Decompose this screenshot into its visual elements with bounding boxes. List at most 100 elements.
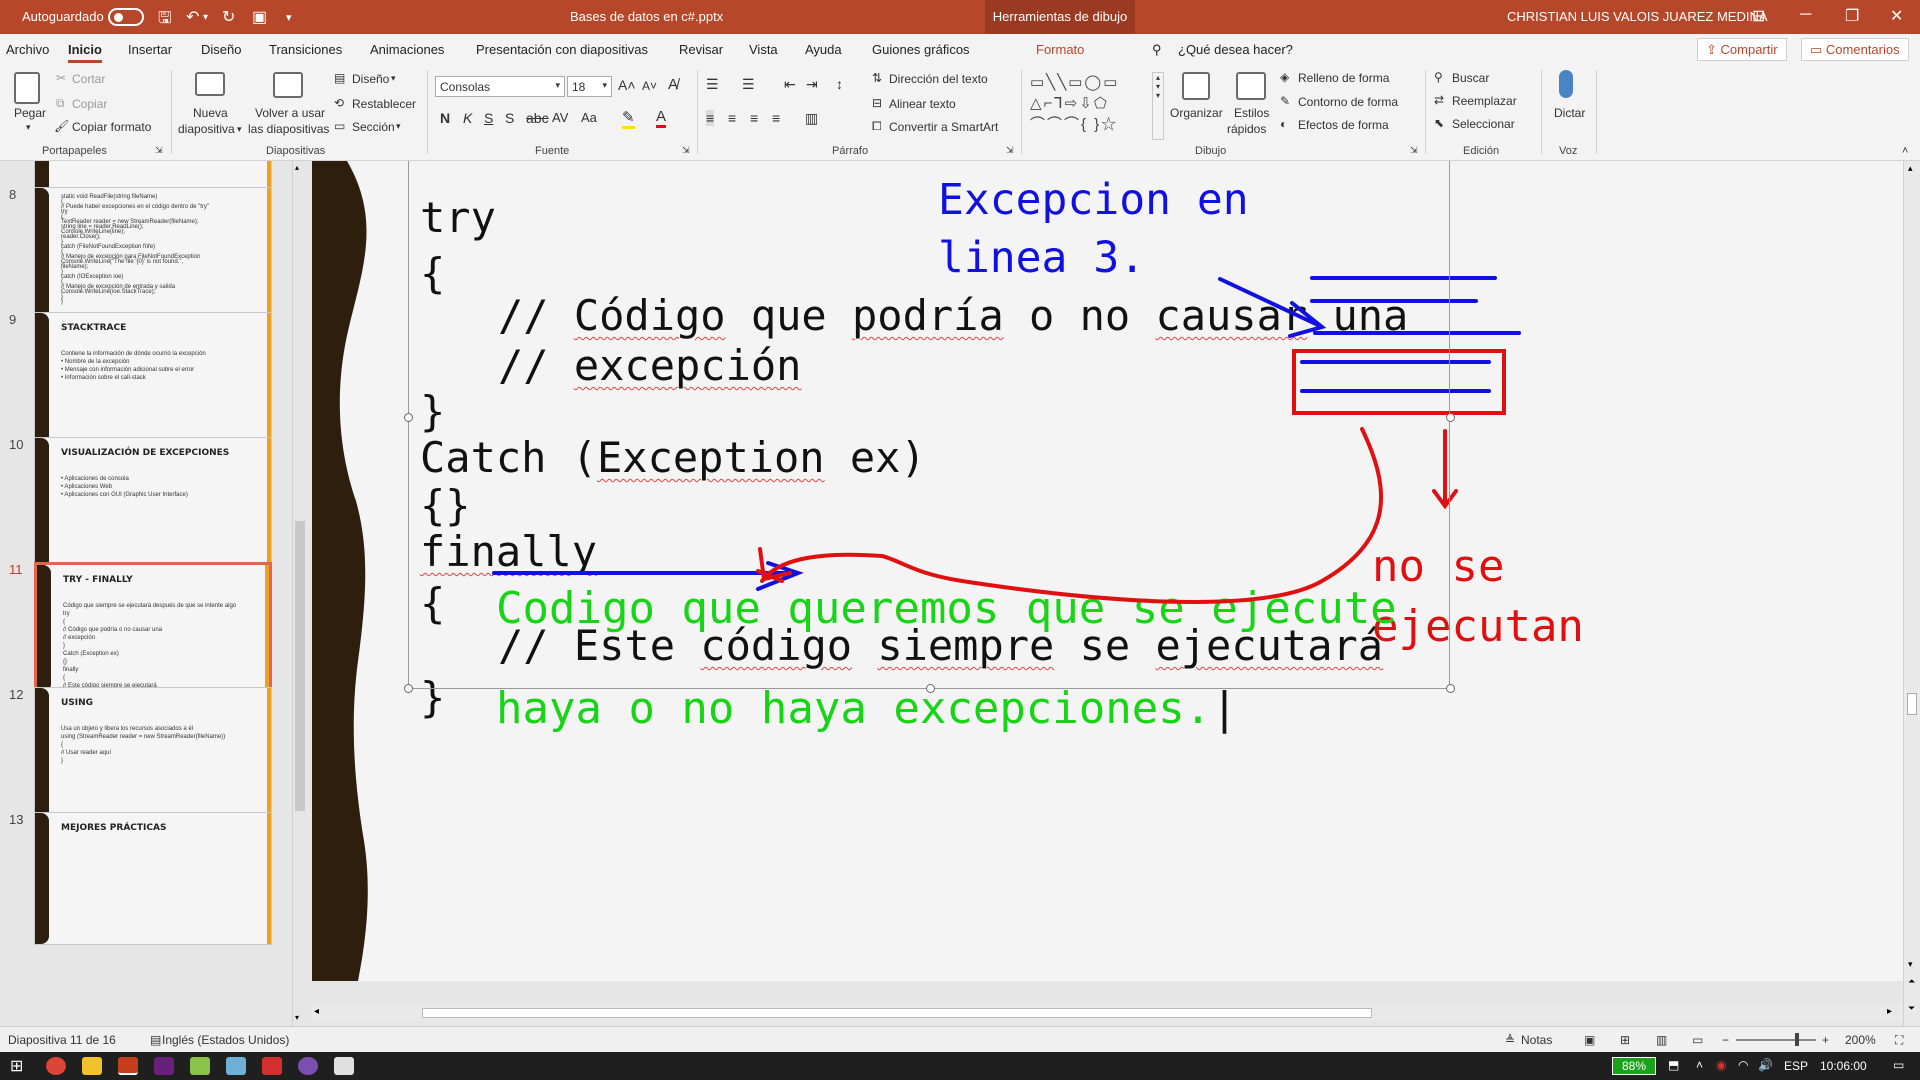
slideshow-icon[interactable]: ▭ (1692, 1033, 1703, 1047)
tab-inicio[interactable]: Inicio (68, 42, 102, 63)
reuse-slides-icon[interactable] (273, 72, 303, 98)
align-left-icon[interactable]: ≡ (706, 110, 715, 126)
numbering-icon[interactable]: ☰ (742, 76, 755, 93)
resize-handle[interactable] (926, 684, 935, 693)
reading-view-icon[interactable]: ▥ (1656, 1033, 1667, 1047)
shape-outline-button[interactable]: Contorno de forma (1298, 95, 1398, 109)
app-icon[interactable] (190, 1057, 210, 1075)
slide-thumbnail[interactable]: USING Usa un objeto y libera los recursos… (34, 687, 272, 820)
font-color-icon[interactable]: A (656, 108, 667, 128)
zoom-slider-handle[interactable] (1795, 1033, 1799, 1046)
justify-icon[interactable]: ≡ (772, 110, 780, 126)
grow-font-icon[interactable]: A˄ (618, 77, 636, 93)
scroll-up-icon[interactable]: ▴ (295, 163, 299, 172)
app-tray-icon[interactable]: ◉ (1716, 1058, 1726, 1072)
slide-thumbnail[interactable]: STACKTRACE Contiene la información de dón… (34, 312, 272, 445)
tab-diseno[interactable]: Diseño (201, 42, 241, 57)
fit-slide-icon[interactable]: ⛶ (1895, 1033, 1903, 1048)
section-button[interactable]: Sección (352, 120, 395, 134)
restore-icon[interactable]: ❐ (1845, 6, 1859, 26)
scroll-down-icon[interactable]: ▾ (1908, 959, 1913, 970)
copy-button[interactable]: Copiar (72, 97, 107, 111)
tab-transiciones[interactable]: Transiciones (269, 42, 342, 57)
resize-handle[interactable] (404, 413, 413, 422)
columns-icon[interactable]: ▥ (805, 110, 818, 127)
slide-horizontal-scrollbar[interactable]: ◂ ▸ (312, 1005, 1903, 1021)
font-name-select[interactable]: Consolas ▾ (435, 76, 565, 97)
shape-effects-button[interactable]: Efectos de forma (1298, 118, 1389, 132)
zoom-out-icon[interactable]: − (1722, 1033, 1729, 1047)
italic-icon[interactable]: K (463, 110, 472, 126)
mail-icon[interactable] (334, 1057, 354, 1075)
clipboard-launcher-icon[interactable]: ⇲ (155, 145, 163, 156)
chrome-icon[interactable] (46, 1057, 66, 1075)
new-slide-dropdown-icon[interactable]: ▾ (237, 124, 242, 135)
shadow-icon[interactable]: S (505, 110, 514, 126)
new-slide-button[interactable]: Nueva (193, 106, 228, 120)
customize-toolbar-icon[interactable]: ▾ (286, 11, 292, 24)
scrollbar-thumb[interactable] (1907, 693, 1917, 715)
paste-icon[interactable] (14, 72, 40, 104)
char-spacing-icon[interactable]: AV (552, 110, 568, 125)
tell-me-search[interactable]: ¿Qué desea hacer? (1178, 42, 1293, 57)
present-icon[interactable]: ▣ (252, 7, 267, 27)
layout-button[interactable]: Diseño (352, 72, 389, 86)
slide-thumbnail[interactable]: VISUALIZACIÓN DE EXCEPCIONES • Aplicacion… (34, 437, 272, 570)
current-slide[interactable]: try { // Código que podría o no causar u… (312, 161, 1903, 981)
normal-view-icon[interactable]: ▣ (1584, 1033, 1595, 1047)
autosave-toggle[interactable] (108, 8, 144, 26)
format-painter-button[interactable]: Copiar formato (72, 120, 151, 134)
selection-frame[interactable] (408, 161, 1450, 689)
arrange-icon[interactable] (1182, 72, 1210, 100)
thumbnails-scrollbar[interactable]: ▴ ▾ (292, 161, 306, 1026)
decrease-indent-icon[interactable]: ⇤ (784, 76, 796, 93)
align-center-icon[interactable]: ≡ (728, 110, 736, 126)
ribbon-display-icon[interactable]: ⊟ (1752, 6, 1765, 26)
zoom-level[interactable]: 200% (1845, 1033, 1876, 1047)
line-spacing-icon[interactable]: ↕ (836, 76, 843, 92)
notifications-icon[interactable]: ▭ (1893, 1058, 1904, 1072)
clear-format-icon[interactable]: A̸ (668, 76, 678, 93)
shapes-scroll[interactable]: ▴ ▾ ▾ (1152, 72, 1164, 140)
tab-revisar[interactable]: Revisar (679, 42, 723, 57)
close-icon[interactable]: ✕ (1890, 6, 1903, 26)
select-button[interactable]: Seleccionar (1452, 117, 1515, 131)
tab-insertar[interactable]: Insertar (128, 42, 172, 57)
resize-handle[interactable] (1446, 413, 1455, 422)
shape-fill-button[interactable]: Relleno de forma (1298, 71, 1389, 85)
windows-start-icon[interactable]: ⊞ (10, 1056, 23, 1076)
slide-thumbnail[interactable]: static void ReadFile(string fileName){//… (34, 187, 272, 320)
comments-button[interactable]: ▭ Comentarios (1801, 38, 1909, 61)
scroll-down-icon[interactable]: ▾ (295, 1013, 299, 1022)
slide-thumbnail[interactable]: MEJORES PRÁCTICAS (34, 812, 272, 945)
zoom-in-icon[interactable]: + (1822, 1033, 1829, 1047)
font-size-select[interactable]: 18 ▾ (567, 76, 612, 97)
resize-handle[interactable] (404, 684, 413, 693)
collapse-ribbon-icon[interactable]: ˄ (1902, 145, 1908, 157)
microphone-icon[interactable] (1559, 70, 1573, 98)
tab-ayuda[interactable]: Ayuda (805, 42, 842, 57)
proofing-icon[interactable]: ▤ (150, 1033, 161, 1047)
tray-icon[interactable]: ⬒ (1668, 1058, 1679, 1072)
file-explorer-icon[interactable] (82, 1057, 102, 1075)
input-language[interactable]: ESP (1784, 1059, 1808, 1073)
scrollbar-thumb[interactable] (422, 1008, 1372, 1018)
new-slide-icon[interactable] (195, 72, 225, 96)
tab-animaciones[interactable]: Animaciones (370, 42, 444, 57)
align-text-button[interactable]: Alinear texto (889, 97, 956, 111)
paragraph-launcher-icon[interactable]: ⇲ (1006, 145, 1014, 156)
replace-button[interactable]: Reemplazar (1452, 94, 1517, 108)
highlight-icon[interactable]: ✎ (622, 108, 635, 129)
redo-icon[interactable]: ↻ (222, 7, 235, 27)
search-icon[interactable]: ⚲ (1152, 42, 1162, 58)
underline-icon[interactable]: S (484, 110, 493, 126)
align-right-icon[interactable]: ≡ (750, 110, 758, 126)
visual-studio-icon[interactable] (154, 1057, 174, 1075)
scroll-left-icon[interactable]: ◂ (314, 1006, 319, 1017)
powerpoint-icon[interactable] (118, 1057, 138, 1075)
scrollbar-thumb[interactable] (295, 521, 305, 811)
battery-indicator[interactable]: 88% (1612, 1057, 1656, 1075)
undo-icon[interactable]: ↶ (186, 7, 199, 27)
font-launcher-icon[interactable]: ⇲ (682, 145, 690, 156)
clock[interactable]: 10:06:00 (1820, 1059, 1867, 1073)
